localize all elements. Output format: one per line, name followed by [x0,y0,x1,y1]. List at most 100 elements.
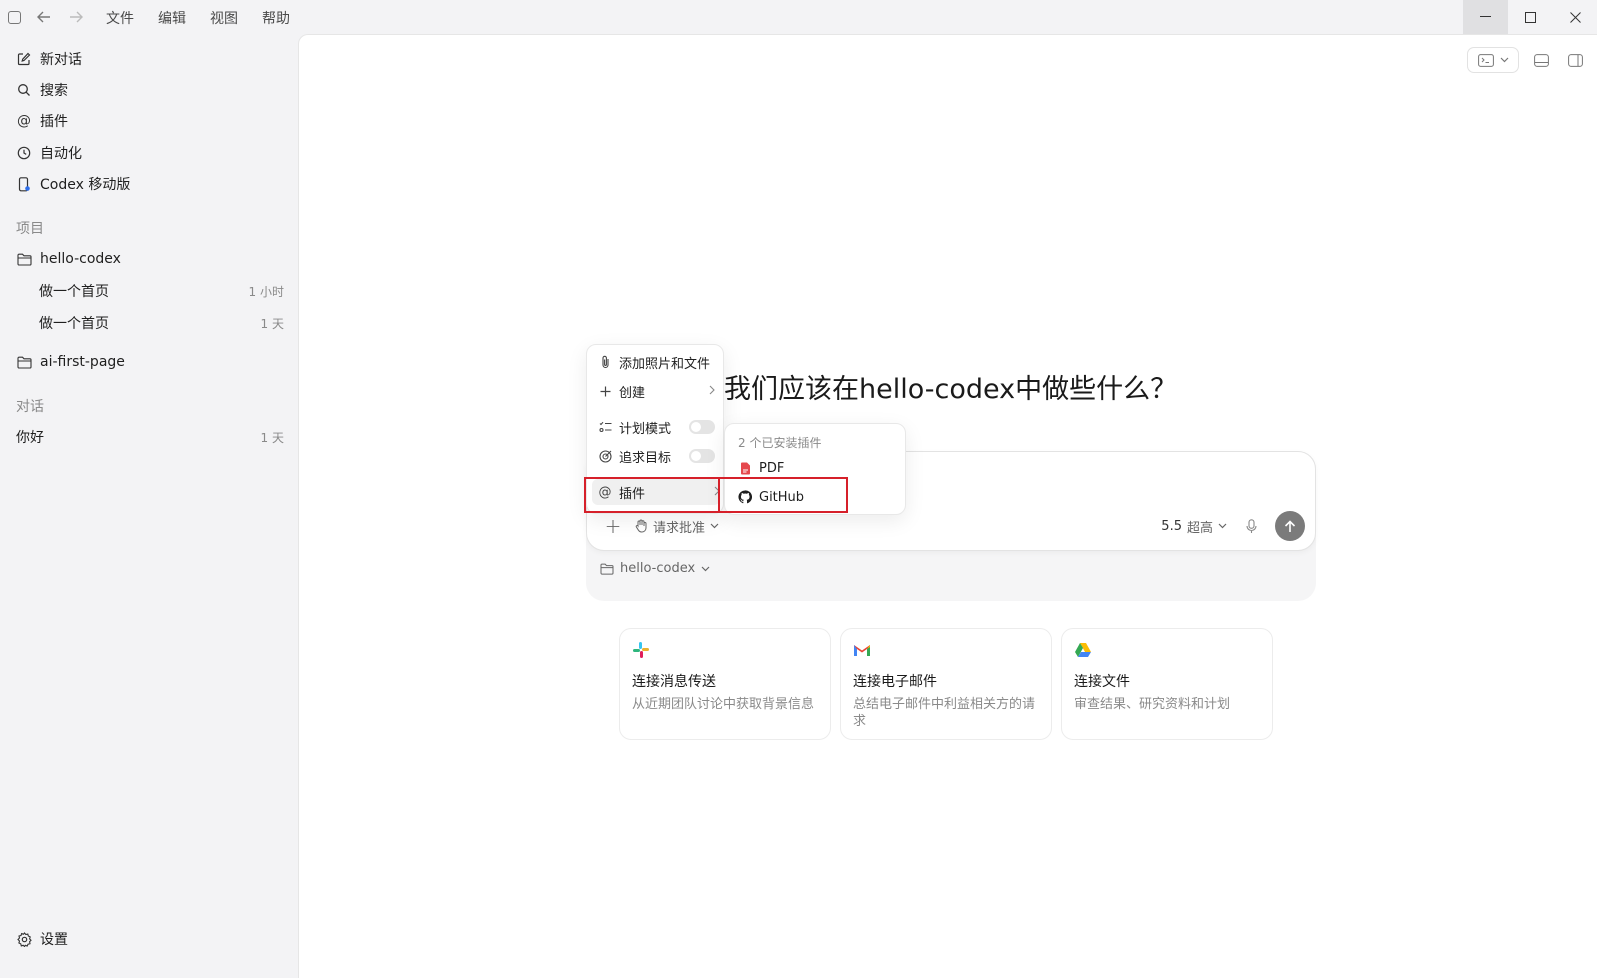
project-hello-codex[interactable]: hello-codex [16,247,284,271]
connect-files-card[interactable]: 连接文件 审查结果、研究资料和计划 [1061,628,1273,740]
send-button[interactable] [1275,511,1305,541]
slack-icon [633,642,649,658]
card-title: 连接消息传送 [632,674,716,690]
chevron-down-icon [1500,57,1508,63]
menu-file[interactable]: 文件 [106,8,134,28]
side-panel-icon[interactable] [1563,47,1587,73]
model-level: 超高 [1186,520,1213,536]
card-description: 从近期团队讨论中获取背景信息 [632,697,815,712]
chevron-down-icon [701,566,710,571]
add-attachment-button[interactable]: + [601,514,625,538]
menu-item-plan-mode[interactable]: 计划模式 [597,414,715,440]
project-ai-first-page[interactable]: ai-first-page [16,350,284,374]
submenu-header: 2 个已安装插件 [738,436,822,450]
menu-item-label: 计划模式 [619,421,672,437]
paperclip-icon [597,354,613,370]
approval-mode-selector[interactable]: 请求批准 [635,517,719,536]
menu-item-label: 创建 [619,385,646,401]
plan-mode-toggle[interactable] [689,420,715,434]
menu-edit[interactable]: 编辑 [158,8,186,28]
bottom-panel-icon[interactable] [1529,47,1553,73]
menu-view[interactable]: 视图 [210,8,238,28]
microphone-icon[interactable] [1241,516,1261,536]
goal-toggle[interactable] [689,449,715,463]
card-description: 审查结果、研究资料和计划 [1074,697,1231,712]
sidebar-item-search[interactable]: 搜索 [16,78,284,102]
settings-button[interactable]: 设置 [16,927,284,951]
annotation-highlight-plugins [584,477,720,513]
chevron-right-icon [709,384,715,398]
sidebar-item-label: 自动化 [40,146,82,162]
terminal-icon [1477,53,1494,67]
conversations-heading: 对话 [16,399,44,415]
target-icon [597,448,613,464]
sidebar-item-label: Codex 移动版 [40,177,131,193]
project-name: hello-codex [620,561,696,576]
sidebar-item-label: 搜索 [40,83,68,99]
close-button[interactable] [1553,0,1597,34]
conversation-item[interactable]: 你好 1 天 [16,425,284,449]
plus-icon [597,383,613,399]
plugin-label: PDF [759,460,785,476]
sidebar-item-automation[interactable]: 自动化 [16,141,284,165]
sidebar-toggle-icon[interactable] [6,9,22,25]
conversation-title: 你好 [16,430,44,446]
gmail-icon [854,645,870,656]
forward-icon[interactable] [68,9,84,25]
annotation-highlight-github [718,477,848,513]
chevron-down-icon [1218,523,1227,529]
menu-item-add-files[interactable]: 添加照片和文件 [597,349,715,375]
model-version: 5.5 [1161,518,1182,534]
thread-item[interactable]: 做一个首页 1 小时 [39,279,284,303]
thread-time: 1 天 [260,316,284,331]
page-title: 我们应该在hello-codex中做些什么？ [724,374,1178,405]
conversation-time: 1 天 [260,430,284,445]
card-description: 总结电子邮件中利益相关方的请求 [853,697,1036,729]
sidebar-item-label: 新对话 [40,52,82,68]
phone-icon [16,176,32,192]
composer-toolbar: + 请求批准 5.5 超高 [601,510,1305,542]
folder-icon [16,251,32,267]
plugin-pdf[interactable]: PDF [738,457,784,479]
open-in-button[interactable] [1467,47,1519,73]
connect-email-card[interactable]: 连接电子邮件 总结电子邮件中利益相关方的请求 [840,628,1052,740]
title-bar: 文件 编辑 视图 帮助 [0,0,1597,34]
back-icon[interactable] [36,9,52,25]
pdf-icon [738,461,752,475]
composer-right-controls: 5.5 超高 [1161,511,1305,541]
thread-item[interactable]: 做一个首页 1 天 [39,311,284,335]
folder-icon [16,354,32,370]
clock-icon [16,145,32,161]
menu-item-goal[interactable]: 追求目标 [597,443,715,469]
project-label: ai-first-page [40,354,125,370]
drive-icon [1075,643,1091,657]
approval-label: 请求批准 [653,520,706,536]
model-selector[interactable]: 5.5 超高 [1161,517,1227,536]
thread-title: 做一个首页 [39,316,109,332]
gear-icon [16,931,32,947]
edit-icon [16,51,32,67]
thread-title: 做一个首页 [39,284,109,300]
minimize-button[interactable] [1463,0,1508,34]
chevron-down-icon [710,523,719,529]
project-selector[interactable]: hello-codex [600,561,710,576]
thread-time: 1 小时 [248,284,284,299]
card-title: 连接文件 [1074,674,1130,690]
card-title: 连接电子邮件 [853,674,937,690]
sidebar: 新对话 搜索 @ 插件 自动化 Codex 移动版 项目 hello-codex… [0,34,298,978]
folder-icon [600,563,614,575]
sidebar-item-plugins[interactable]: @ 插件 [16,109,284,133]
maximize-button[interactable] [1508,0,1553,34]
search-icon [16,82,32,98]
settings-label: 设置 [40,932,68,948]
menu-item-label: 添加照片和文件 [619,356,711,372]
menu-help[interactable]: 帮助 [262,8,290,28]
connect-messaging-card[interactable]: 连接消息传送 从近期团队讨论中获取背景信息 [619,628,831,740]
sidebar-item-new-chat[interactable]: 新对话 [16,47,284,71]
sidebar-item-mobile[interactable]: Codex 移动版 [16,172,284,196]
project-label: hello-codex [40,251,121,267]
menu-item-label: 追求目标 [619,450,672,466]
checklist-icon [597,419,613,435]
top-toolbar [1467,47,1587,73]
menu-item-create[interactable]: 创建 [597,378,715,404]
